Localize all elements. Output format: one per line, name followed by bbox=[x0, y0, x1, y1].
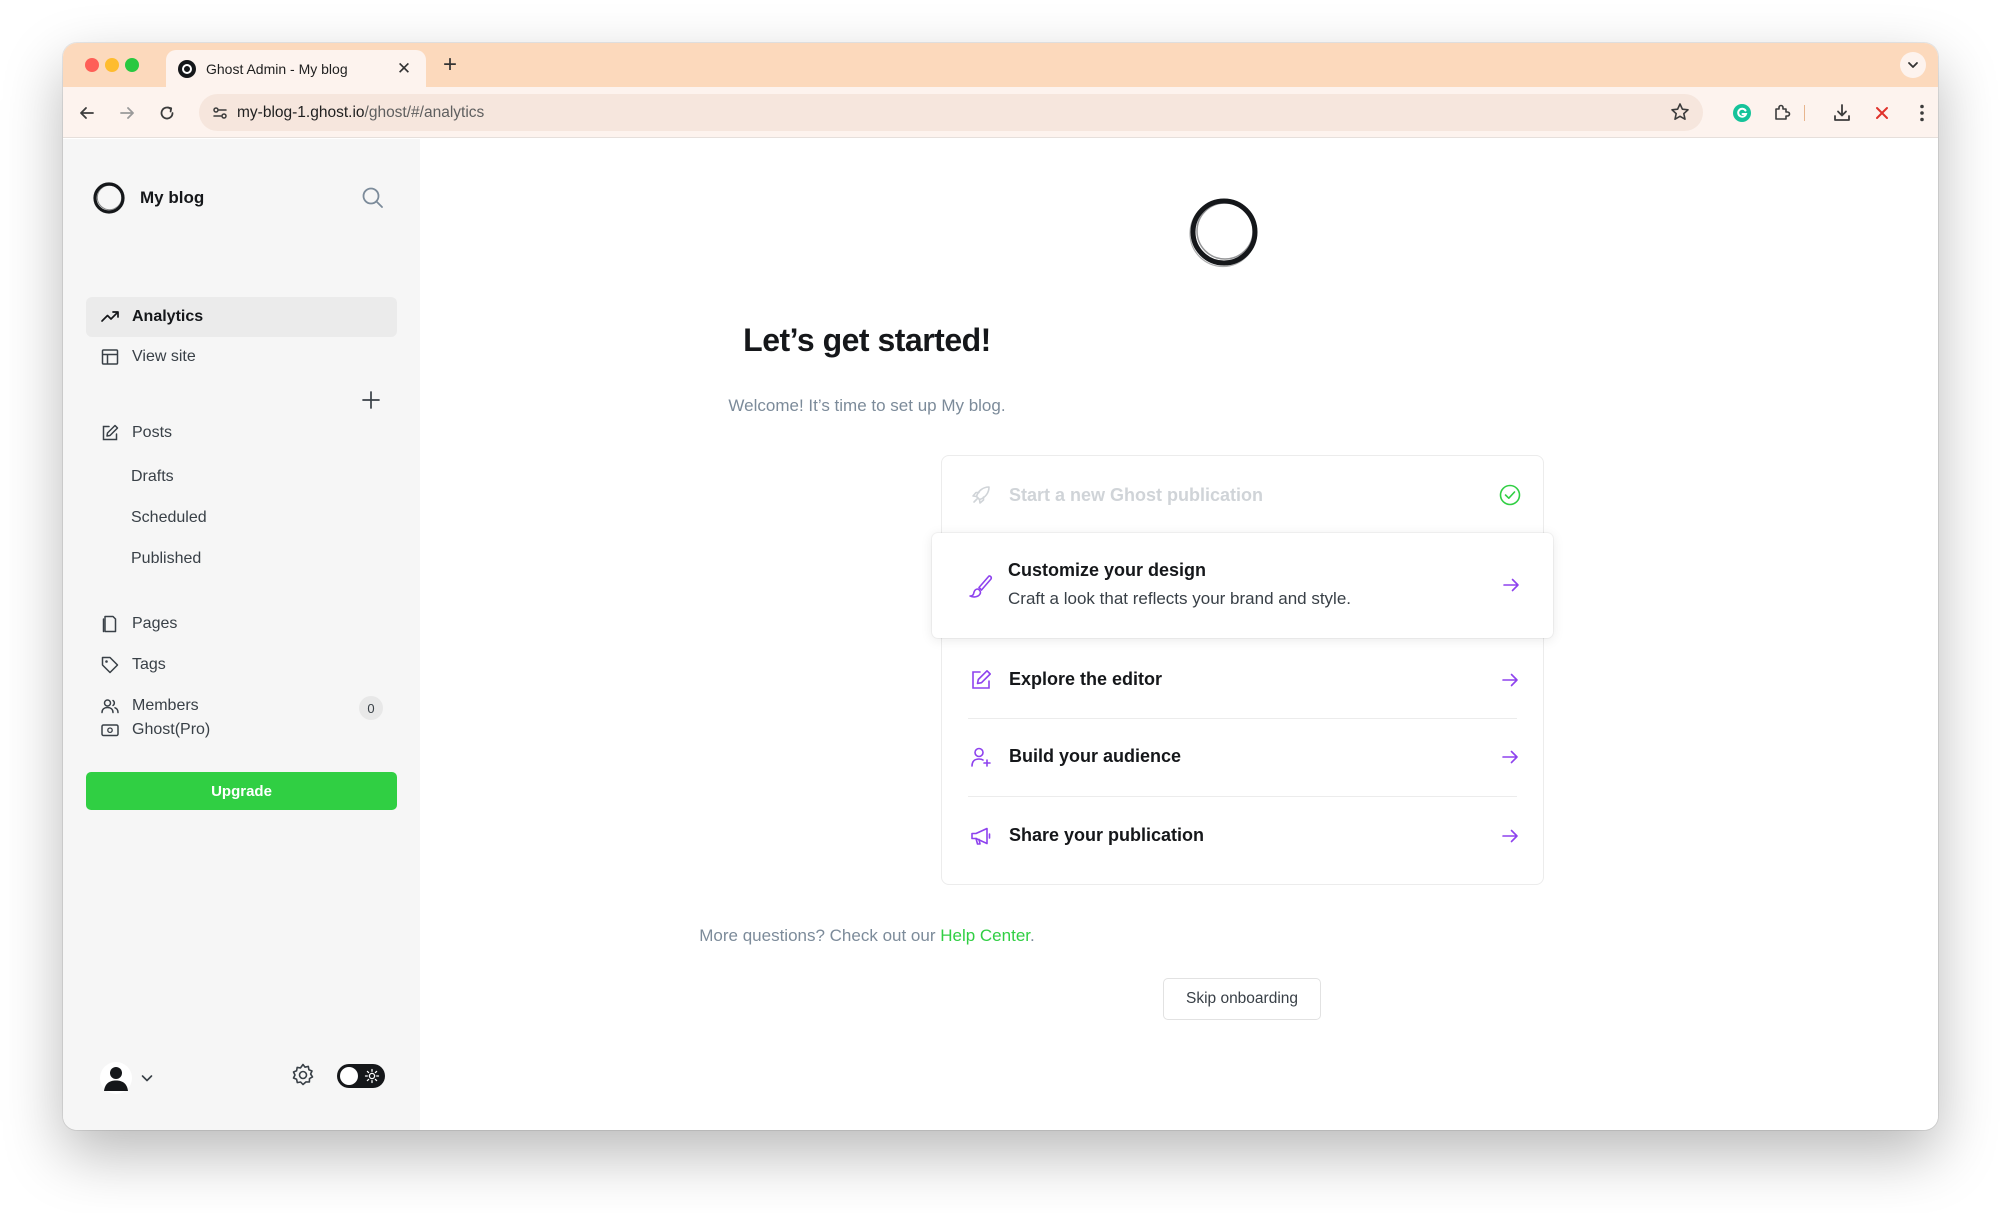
step-title: Build your audience bbox=[1009, 746, 1182, 766]
file-icon bbox=[100, 614, 120, 634]
arrow-right-icon bbox=[1502, 829, 1518, 843]
step-build-audience[interactable]: Build your audience bbox=[942, 719, 1543, 796]
ghost-admin-app: My blog Analytics View site Posts Drafts… bbox=[63, 139, 1938, 1130]
tab-close-icon[interactable]: ✕ bbox=[394, 59, 414, 79]
sidebar-item-drafts[interactable]: Drafts bbox=[131, 468, 174, 486]
help-text: More questions? Check out our Help Cente… bbox=[420, 926, 1314, 946]
sidebar-item-analytics[interactable]: Analytics bbox=[86, 297, 397, 337]
step-explore-editor[interactable]: Explore the editor bbox=[942, 642, 1543, 718]
url-text: my-blog-1.ghost.io/ghost/#/analytics bbox=[237, 104, 484, 122]
sidebar-item-label: Ghost(Pro) bbox=[132, 721, 211, 738]
url-host: my-blog-1.ghost.io bbox=[237, 103, 365, 121]
sidebar-item-tags[interactable]: Tags bbox=[86, 645, 397, 685]
help-center-link[interactable]: Help Center bbox=[940, 926, 1030, 945]
sidebar-item-label: Tags bbox=[132, 656, 166, 673]
card-icon bbox=[100, 720, 120, 740]
user-menu[interactable] bbox=[99, 1061, 155, 1095]
stop-x-icon[interactable] bbox=[1869, 100, 1895, 126]
page-title: Let’s get started! bbox=[743, 322, 991, 358]
grammarly-extension-icon[interactable] bbox=[1729, 100, 1755, 126]
url-path: /ghost/#/analytics bbox=[364, 103, 485, 121]
step-start-publication: Start a new Ghost publication bbox=[942, 456, 1543, 534]
help-prefix: More questions? Check out our bbox=[699, 926, 941, 945]
megaphone-icon bbox=[968, 823, 994, 849]
step-title: Start a new Ghost publication bbox=[1009, 485, 1264, 505]
sidebar-item-ghost-pro[interactable]: Ghost(Pro) bbox=[86, 710, 397, 750]
tab-title: Ghost Admin - My blog bbox=[206, 60, 348, 77]
sidebar-item-scheduled[interactable]: Scheduled bbox=[131, 509, 207, 527]
sidebar-item-pages[interactable]: Pages bbox=[86, 604, 397, 644]
step-customize-design[interactable]: Customize your design Craft a look that … bbox=[932, 533, 1553, 638]
address-bar[interactable]: my-blog-1.ghost.io/ghost/#/analytics bbox=[199, 94, 1703, 131]
arrow-right-icon bbox=[120, 107, 134, 119]
back-button[interactable] bbox=[74, 100, 100, 126]
browser-toolbar: my-blog-1.ghost.io/ghost/#/analytics bbox=[63, 87, 1938, 138]
arrow-left-icon bbox=[80, 107, 94, 119]
sidebar-item-label: Posts bbox=[132, 424, 173, 441]
toggle-knob bbox=[340, 1067, 358, 1085]
search-icon[interactable] bbox=[359, 184, 387, 212]
ghost-logo-icon bbox=[1189, 198, 1258, 268]
sidebar-item-published[interactable]: Published bbox=[131, 550, 201, 568]
edit-icon bbox=[100, 423, 120, 443]
help-suffix: . bbox=[1030, 926, 1035, 945]
sidebar: My blog Analytics View site Posts Drafts… bbox=[63, 139, 420, 1130]
trending-up-icon bbox=[100, 307, 120, 327]
sidebar-item-posts[interactable]: Posts bbox=[86, 413, 397, 453]
step-title: Explore the editor bbox=[1009, 669, 1163, 689]
download-icon[interactable] bbox=[1829, 100, 1855, 126]
check-circle-icon bbox=[1499, 484, 1521, 506]
ghost-logo-icon bbox=[93, 182, 125, 214]
minimize-window-button[interactable] bbox=[105, 58, 119, 72]
sidebar-item-view-site[interactable]: View site bbox=[86, 337, 397, 377]
plus-icon[interactable] bbox=[359, 388, 383, 412]
toolbar-separator bbox=[1804, 105, 1805, 121]
gear-icon[interactable] bbox=[289, 1061, 317, 1089]
onboarding-main: Let’s get started! Welcome! It’s time to… bbox=[420, 139, 1938, 1130]
maximize-window-button[interactable] bbox=[125, 58, 139, 72]
reload-button[interactable] bbox=[154, 100, 180, 126]
upgrade-button[interactable]: Upgrade bbox=[86, 772, 397, 810]
sidebar-item-label: Analytics bbox=[132, 308, 204, 325]
dark-mode-toggle[interactable] bbox=[337, 1064, 385, 1088]
step-description: Craft a look that reflects your brand an… bbox=[1008, 589, 1352, 608]
browser-titlebar: Ghost Admin - My blog ✕ + bbox=[63, 43, 1938, 87]
chevron-down-icon bbox=[141, 1075, 153, 1082]
forward-button[interactable] bbox=[114, 100, 140, 126]
chevron-down-icon bbox=[1908, 62, 1918, 68]
reload-icon bbox=[160, 106, 174, 120]
skip-onboarding-button[interactable]: Skip onboarding bbox=[1163, 978, 1321, 1020]
tag-icon bbox=[100, 655, 120, 675]
arrow-right-icon bbox=[1502, 750, 1518, 764]
onboarding-checklist: Start a new Ghost publication Explore th… bbox=[941, 455, 1544, 885]
new-tab-button[interactable]: + bbox=[437, 52, 463, 78]
browser-menu-icon[interactable] bbox=[1909, 100, 1935, 126]
close-window-button[interactable] bbox=[85, 58, 99, 72]
brush-icon bbox=[967, 573, 993, 599]
step-share-publication[interactable]: Share your publication bbox=[942, 797, 1543, 885]
arrow-right-icon bbox=[1502, 673, 1518, 687]
site-brand[interactable]: My blog bbox=[92, 181, 204, 215]
site-name: My blog bbox=[140, 188, 205, 207]
sidebar-item-label: Pages bbox=[132, 615, 178, 632]
arrow-right-icon bbox=[1503, 578, 1519, 592]
avatar bbox=[100, 1062, 132, 1094]
step-title: Customize your design bbox=[1008, 560, 1207, 580]
browser-window: Ghost Admin - My blog ✕ + my-blog-1.ghos… bbox=[63, 43, 1938, 1130]
rocket-icon bbox=[968, 482, 994, 508]
extensions-puzzle-icon[interactable] bbox=[1769, 100, 1795, 126]
edit-icon bbox=[968, 667, 994, 693]
sidebar-item-label: View site bbox=[132, 348, 196, 365]
page-subtitle: Welcome! It’s time to set up My blog. bbox=[728, 396, 1006, 415]
step-title: Share your publication bbox=[1009, 825, 1205, 845]
user-add-icon bbox=[968, 744, 994, 770]
sun-icon bbox=[364, 1068, 380, 1084]
bookmark-star-icon[interactable] bbox=[1669, 101, 1691, 128]
tab-search-button[interactable] bbox=[1900, 52, 1926, 78]
ghost-favicon-icon bbox=[178, 59, 196, 78]
browser-tab[interactable]: Ghost Admin - My blog ✕ bbox=[166, 50, 426, 87]
site-settings-icon[interactable] bbox=[209, 102, 231, 124]
layout-icon bbox=[100, 347, 120, 367]
